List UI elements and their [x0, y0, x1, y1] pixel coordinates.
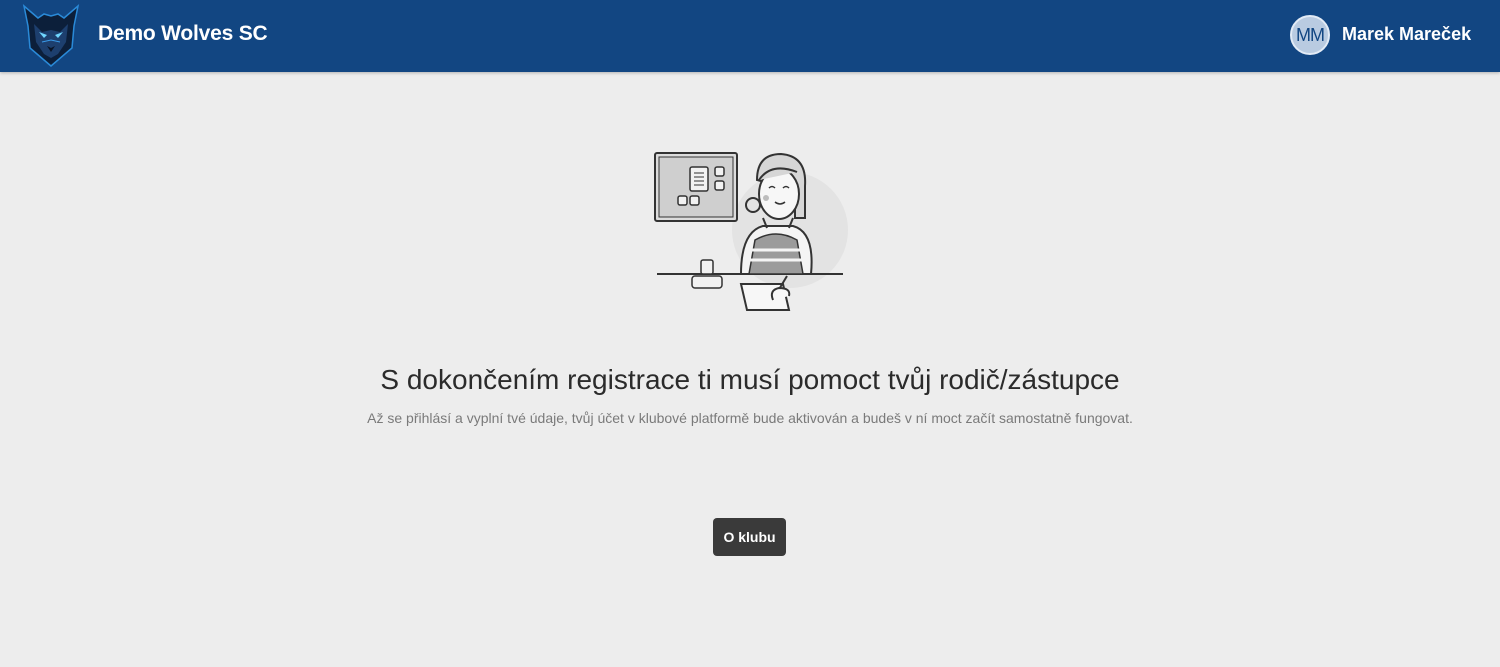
user-name[interactable]: Marek Mareček — [1342, 24, 1471, 45]
wolf-logo-icon[interactable] — [22, 2, 80, 68]
avatar[interactable]: MM — [1290, 15, 1330, 55]
page-title: S dokončením registrace ti musí pomoct t… — [380, 364, 1120, 395]
about-club-button[interactable]: O klubu — [713, 518, 786, 556]
page-description: Až se přihlásí a vyplní tvé údaje, tvůj … — [367, 410, 1133, 426]
club-name[interactable]: Demo Wolves SC — [98, 22, 268, 46]
top-navigation-bar: Demo Wolves SC MM Marek Mareček — [0, 0, 1500, 72]
registration-assistant-illustration — [654, 152, 848, 311]
